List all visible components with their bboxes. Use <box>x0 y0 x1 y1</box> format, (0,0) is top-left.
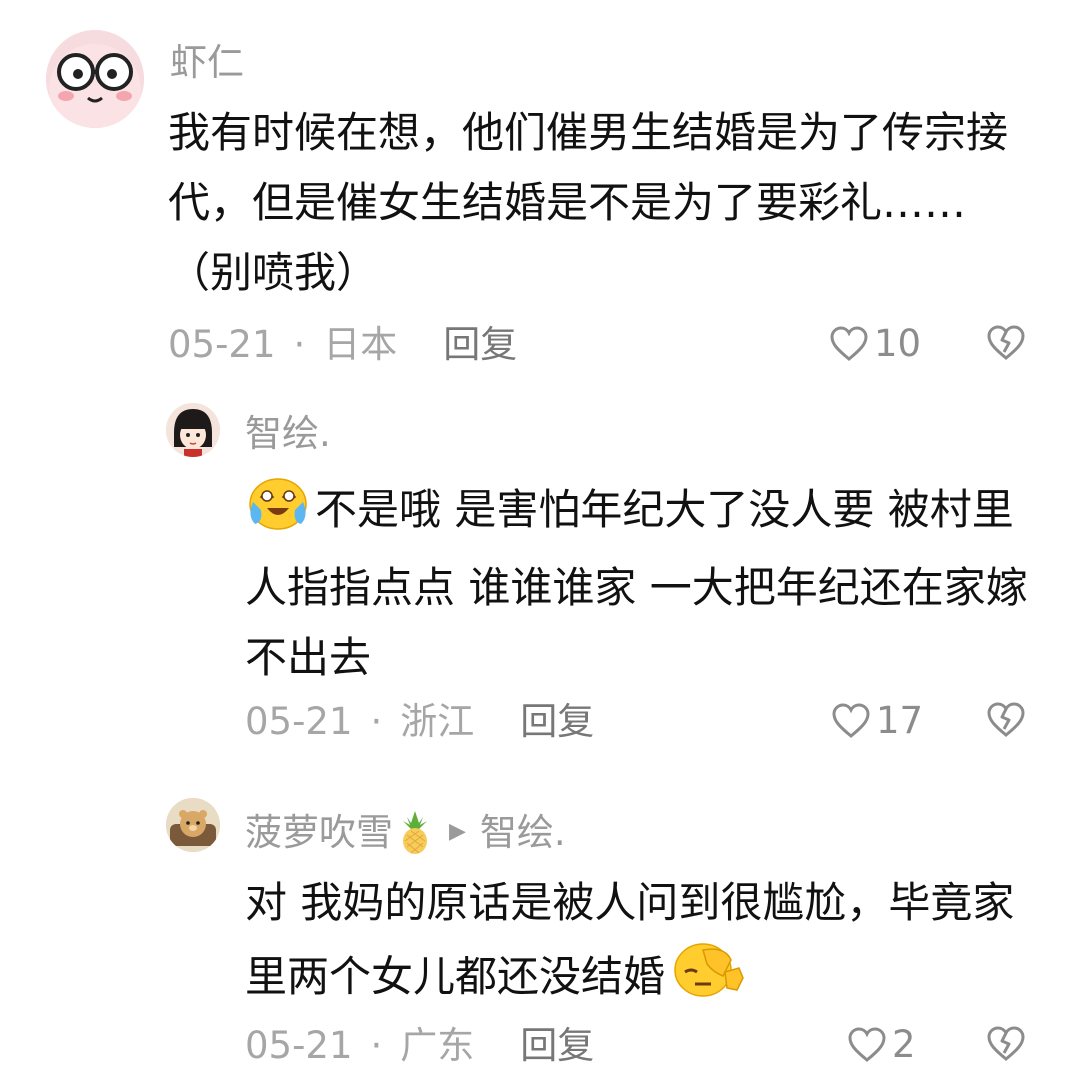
pineapple-emoji <box>399 809 431 855</box>
username[interactable]: 智绘. <box>245 415 331 452</box>
heart-icon <box>830 325 868 361</box>
heart-icon <box>848 1026 886 1062</box>
comment-text-content: 对 我妈的原话是被人问到很尴尬，毕竟家里两个女儿都还没结婚 <box>245 878 1015 1001</box>
avatar[interactable] <box>166 403 220 457</box>
comment-text: 对 我妈的原话是被人问到很尴尬，毕竟家里两个女儿都还没结婚 <box>245 868 1035 1021</box>
like-button[interactable]: 2 <box>848 1026 916 1063</box>
broken-heart-icon <box>987 325 1025 360</box>
username[interactable]: 菠萝吹雪 <box>245 814 393 851</box>
broken-heart-icon <box>987 702 1025 737</box>
separator-dot: · <box>293 323 306 366</box>
reply-arrow-icon: ▶ <box>449 819 466 844</box>
reply-header: 菠萝吹雪 ▶ 智绘. <box>245 809 566 855</box>
glasses-cartoon-avatar-icon <box>46 30 144 128</box>
comment-text: 我有时候在想，他们催男生结婚是为了传宗接代，但是催女生结婚是不是为了要彩礼……（… <box>168 108 1009 297</box>
like-count: 2 <box>892 1023 916 1066</box>
separator-dot: · <box>370 1024 383 1067</box>
like-count: 10 <box>874 322 922 365</box>
comment-location: 广东 <box>400 1024 475 1067</box>
comment-date: 05-21 <box>245 1024 353 1067</box>
username[interactable]: 虾仁 <box>170 44 244 81</box>
comment-text-content: 不是哦 是害怕年纪大了没人要 被村里人指指点点 谁谁谁家 一大把年纪还在家嫁不出… <box>245 485 1028 682</box>
dislike-button[interactable] <box>986 324 1026 366</box>
reply-button[interactable]: 回复 <box>443 326 517 363</box>
broken-heart-icon <box>987 1026 1025 1061</box>
comment-date: 05-21 <box>245 700 353 743</box>
comment-date: 05-21 <box>168 323 276 366</box>
avatar[interactable] <box>166 798 220 852</box>
comment-text: 不是哦 是害怕年纪大了没人要 被村里人指指点点 谁谁谁家 一大把年纪还在家嫁不出… <box>245 472 1035 693</box>
comment-location: 浙江 <box>400 700 475 743</box>
reply-button[interactable]: 回复 <box>520 703 594 740</box>
like-button[interactable]: 17 <box>832 702 923 739</box>
dislike-button[interactable] <box>986 701 1026 743</box>
comment-meta: 05-21 · 浙江 回复 <box>245 703 594 740</box>
avatar[interactable] <box>46 30 144 128</box>
like-count: 17 <box>876 699 924 742</box>
facepalm-emoji <box>667 938 751 1021</box>
comment-meta: 05-21 · 日本 回复 <box>168 326 517 363</box>
comment-location: 日本 <box>323 323 398 366</box>
bear-sofa-avatar-icon <box>166 798 220 852</box>
reply-to-username[interactable]: 智绘. <box>480 814 566 851</box>
crying-laughing-emoji <box>245 472 311 553</box>
dislike-button[interactable] <box>986 1025 1026 1067</box>
reply-button[interactable]: 回复 <box>520 1027 594 1064</box>
comment-meta: 05-21 · 广东 回复 <box>245 1027 594 1064</box>
separator-dot: · <box>370 700 383 743</box>
like-button[interactable]: 10 <box>830 325 921 362</box>
girl-cartoon-avatar-icon <box>166 403 220 457</box>
heart-icon <box>832 702 870 738</box>
